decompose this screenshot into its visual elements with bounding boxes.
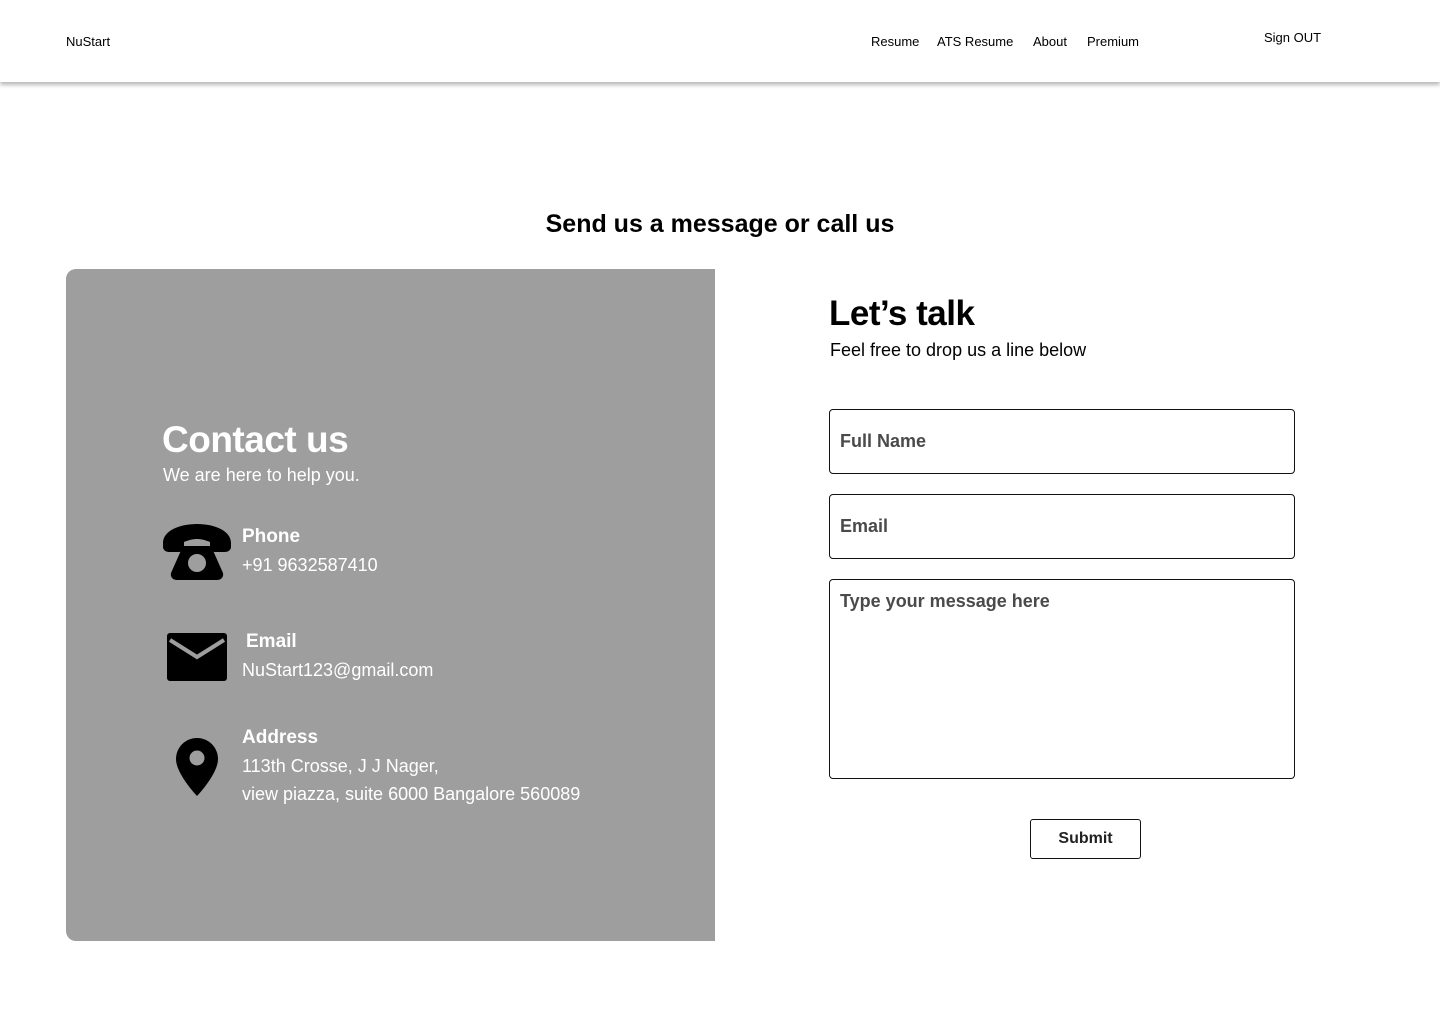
- address-line-1: 113th Crosse, J J Nager,: [242, 756, 439, 776]
- address-line-2: view piazza, suite 6000 Bangalore 560089: [242, 784, 581, 804]
- full-name-input[interactable]: [829, 409, 1295, 474]
- section-title: Send us a message or call us: [545, 210, 895, 238]
- email-input[interactable]: [829, 494, 1295, 559]
- contact-title: Contact us: [162, 419, 349, 460]
- nav-link-ats-resume[interactable]: ATS Resume: [937, 34, 1013, 49]
- sign-out-link[interactable]: Sign OUT: [1264, 30, 1321, 45]
- contact-subtitle: We are here to help you.: [163, 465, 360, 485]
- email-label: Email: [246, 631, 297, 652]
- phone-icon: [163, 524, 231, 580]
- mail-icon: [167, 633, 227, 681]
- contact-info-panel: Contact us We are here to help you. Phon…: [66, 269, 715, 941]
- message-textarea[interactable]: [829, 579, 1295, 779]
- submit-button[interactable]: Submit: [1030, 819, 1141, 859]
- brand-logo-text[interactable]: NuStart: [66, 34, 110, 49]
- address-label: Address: [242, 727, 319, 748]
- nav-link-premium[interactable]: Premium: [1087, 34, 1139, 49]
- email-address[interactable]: NuStart123@gmail.com: [242, 656, 433, 684]
- form-subtitle: Feel free to drop us a line below: [830, 340, 1087, 360]
- top-navbar: NuStart Resume ATS Resume About Premium …: [0, 0, 1440, 82]
- phone-number[interactable]: +91 9632587410: [242, 551, 378, 579]
- nav-link-resume[interactable]: Resume: [871, 34, 919, 49]
- phone-label: Phone: [242, 526, 301, 547]
- nav-link-about[interactable]: About: [1033, 34, 1067, 49]
- form-title: Let’s talk: [829, 294, 975, 333]
- location-pin-icon: [176, 738, 218, 796]
